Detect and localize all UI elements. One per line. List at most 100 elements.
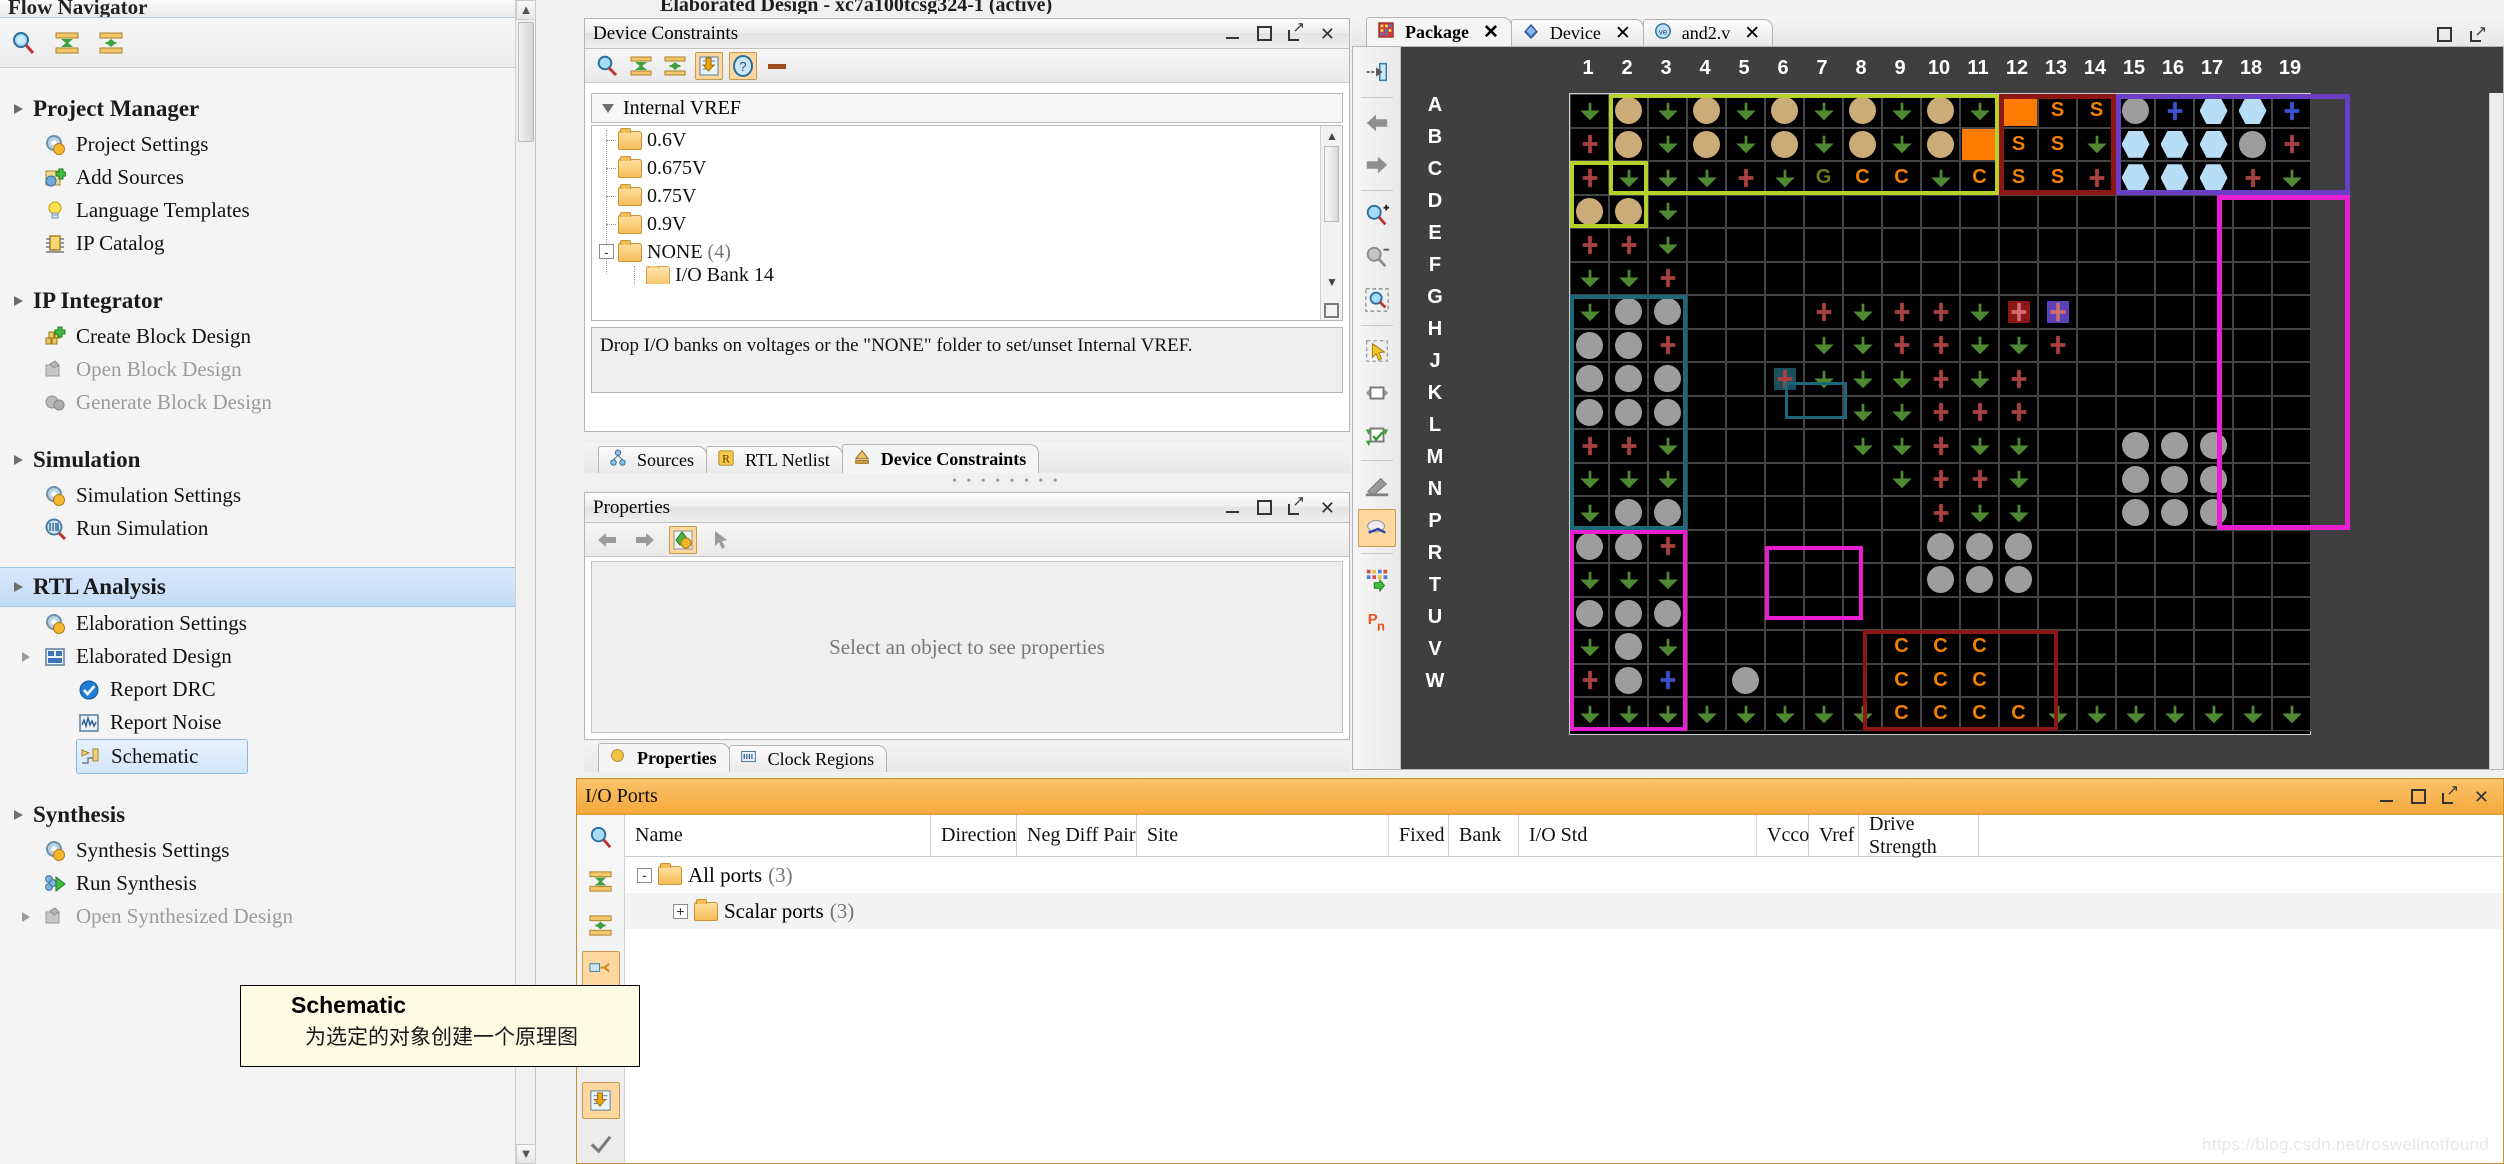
package-pin-cell[interactable] <box>1804 395 1843 429</box>
package-pin-cell[interactable] <box>2272 395 2311 429</box>
package-pin-cell[interactable] <box>2038 697 2077 731</box>
package-canvas[interactable]: 1 2 3 4 5 6 7 8 9 10 11 12 13 14 15 16 17 18 19 ABCDEFGHJK… <box>1401 47 2503 769</box>
internal-vref-section-header[interactable]: Internal VREF <box>591 93 1343 123</box>
package-pin-cell[interactable] <box>1882 596 1921 630</box>
package-pin-cell[interactable] <box>1726 161 1765 195</box>
float-icon[interactable] <box>1287 21 1305 41</box>
package-pin-cell[interactable] <box>2272 596 2311 630</box>
package-pin-cell[interactable] <box>2233 194 2272 228</box>
package-pin-cell[interactable] <box>1726 295 1765 329</box>
package-pin-cell[interactable] <box>1999 529 2038 563</box>
minimize-icon[interactable] <box>1225 27 1241 41</box>
package-pin-cell[interactable] <box>1570 663 1609 697</box>
package-pin-cell[interactable] <box>1726 429 1765 463</box>
package-pin-cell[interactable] <box>1804 127 1843 161</box>
package-pin-cell[interactable] <box>1882 94 1921 128</box>
package-pin-cell[interactable] <box>2155 395 2194 429</box>
package-pin-cell[interactable] <box>2077 596 2116 630</box>
package-pin-cell[interactable] <box>2077 194 2116 228</box>
package-pin-cell[interactable] <box>2233 161 2272 195</box>
package-pin-cell[interactable] <box>2272 529 2311 563</box>
maximize-icon[interactable] <box>2410 789 2426 804</box>
collapse-expander[interactable]: - <box>599 244 614 259</box>
package-pin-cell[interactable] <box>1999 429 2038 463</box>
tree-row[interactable]: 0.6V <box>592 126 1342 154</box>
help-icon[interactable]: ? <box>729 51 757 80</box>
package-pin-cell[interactable] <box>2038 496 2077 530</box>
package-pin-grid[interactable]: SSSSGCCCSSCCCCCCCCCC <box>1569 93 2350 735</box>
package-pin-cell[interactable] <box>1960 563 1999 597</box>
package-pin-cell[interactable] <box>1609 529 1648 563</box>
package-pin-cell[interactable] <box>1804 462 1843 496</box>
package-pin-cell[interactable] <box>2155 429 2194 463</box>
package-pin-cell[interactable] <box>1609 161 1648 195</box>
package-pin-cell[interactable] <box>1648 630 1687 664</box>
package-pin-cell[interactable] <box>1765 362 1804 396</box>
sidebar-item-open-synthesized-design[interactable]: Open Synthesized Design <box>0 900 535 933</box>
hide-icon[interactable] <box>1358 467 1396 505</box>
package-pin-cell[interactable] <box>1960 228 1999 262</box>
search-icon[interactable] <box>582 819 620 856</box>
tab-package[interactable]: Package ✕ <box>1366 17 1512 46</box>
package-pin-cell[interactable] <box>1921 161 1960 195</box>
minimize-icon[interactable] <box>1225 501 1241 515</box>
package-pin-cell[interactable] <box>2155 228 2194 262</box>
package-pin-cell[interactable] <box>1765 529 1804 563</box>
package-pin-cell[interactable] <box>1765 496 1804 530</box>
package-pin-cell[interactable] <box>1609 228 1648 262</box>
package-pin-cell[interactable] <box>1687 596 1726 630</box>
package-pin-cell[interactable] <box>2233 529 2272 563</box>
package-pin-cell[interactable] <box>2077 496 2116 530</box>
tree-row[interactable]: 0.75V <box>592 182 1342 210</box>
package-pin-cell[interactable] <box>1687 395 1726 429</box>
package-pin-cell[interactable]: S <box>2038 161 2077 195</box>
package-pin-cell[interactable] <box>2272 663 2311 697</box>
package-pin-cell[interactable] <box>1570 630 1609 664</box>
package-pin-cell[interactable] <box>1687 362 1726 396</box>
package-pin-cell[interactable] <box>2155 94 2194 128</box>
package-pin-cell[interactable] <box>2194 462 2233 496</box>
table-row[interactable]: + Scalar ports (3) <box>625 893 2503 929</box>
package-pin-cell[interactable] <box>1804 362 1843 396</box>
package-pin-cell[interactable] <box>2038 362 2077 396</box>
package-pin-cell[interactable] <box>1726 697 1765 731</box>
package-pin-cell[interactable] <box>1570 563 1609 597</box>
back-arrow-icon[interactable] <box>593 526 621 554</box>
pin-planning-icon[interactable]: P n <box>1358 602 1396 640</box>
package-pin-cell[interactable] <box>1882 462 1921 496</box>
package-pin-cell[interactable] <box>1921 228 1960 262</box>
splitter-handle[interactable]: • • • • • • • • <box>952 474 1061 490</box>
fit-selection-icon[interactable] <box>1358 53 1396 91</box>
package-pin-cell[interactable] <box>1570 697 1609 731</box>
package-pin-cell[interactable]: S <box>1999 127 2038 161</box>
package-pin-cell[interactable] <box>1687 529 1726 563</box>
scroll-down-arrow-icon[interactable]: ▼ <box>516 1144 536 1164</box>
close-icon[interactable]: ✕ <box>1320 499 1335 517</box>
package-pin-cell[interactable] <box>2194 663 2233 697</box>
package-pin-cell[interactable] <box>1999 630 2038 664</box>
package-pin-cell[interactable] <box>1726 94 1765 128</box>
package-pin-cell[interactable] <box>1609 429 1648 463</box>
package-pin-cell[interactable] <box>1648 496 1687 530</box>
sidebar-item-simulation-settings[interactable]: Simulation Settings <box>0 479 535 512</box>
package-pin-cell[interactable] <box>1960 94 1999 128</box>
package-pin-cell[interactable] <box>2155 529 2194 563</box>
package-pin-cell[interactable] <box>2077 697 2116 731</box>
package-pin-cell[interactable] <box>1570 362 1609 396</box>
package-pin-cell[interactable] <box>1648 94 1687 128</box>
package-pin-cell[interactable] <box>2155 194 2194 228</box>
package-pin-cell[interactable] <box>2116 228 2155 262</box>
package-pin-cell[interactable] <box>2194 328 2233 362</box>
package-pin-cell[interactable] <box>1960 127 1999 161</box>
package-pin-cell[interactable] <box>1687 261 1726 295</box>
package-pin-cell[interactable]: S <box>2038 127 2077 161</box>
package-pin-cell[interactable] <box>1843 529 1882 563</box>
package-pin-cell[interactable] <box>1843 596 1882 630</box>
package-pin-cell[interactable]: C <box>1882 630 1921 664</box>
package-pin-cell[interactable] <box>1726 462 1765 496</box>
package-pin-cell[interactable] <box>1999 328 2038 362</box>
package-pin-cell[interactable] <box>2116 563 2155 597</box>
package-pin-cell[interactable] <box>2233 228 2272 262</box>
package-pin-cell[interactable] <box>1960 261 1999 295</box>
properties-icon[interactable] <box>669 525 697 554</box>
